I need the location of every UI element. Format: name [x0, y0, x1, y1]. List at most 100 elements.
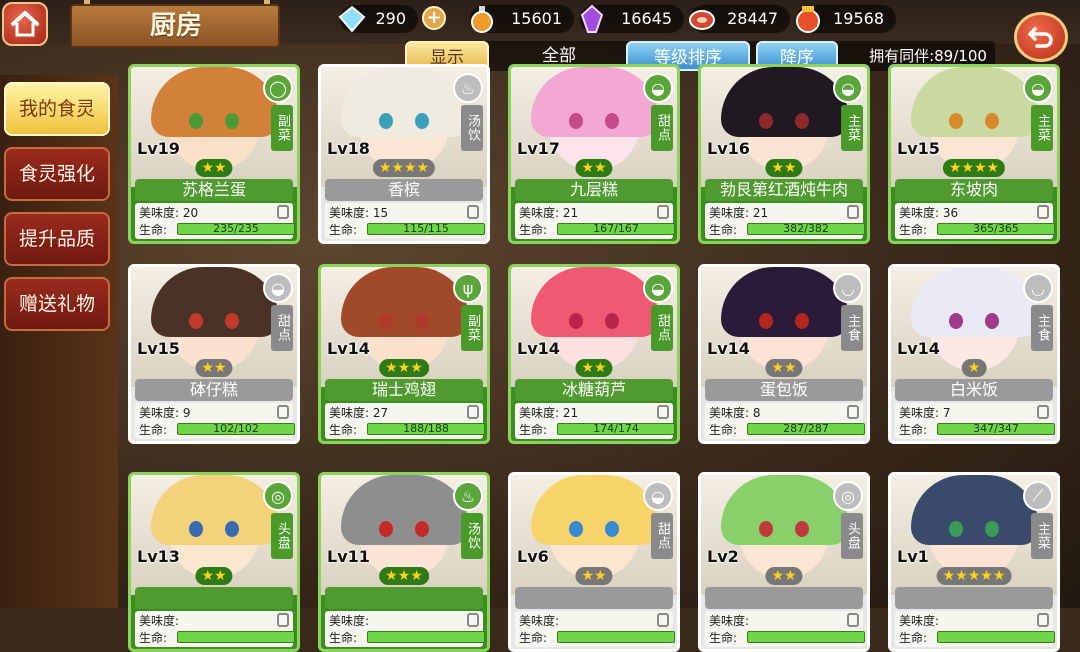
taste-label: 美味度: — [519, 614, 560, 628]
home-icon — [11, 11, 39, 37]
lock-icon[interactable] — [1037, 405, 1049, 419]
meat-icon — [689, 10, 715, 30]
soup-icon: ♨ — [453, 73, 483, 103]
lock-icon[interactable] — [467, 205, 479, 219]
level-label: Lv16 — [707, 139, 750, 158]
hp-label: 生命: — [139, 223, 168, 237]
dish-type-tag: 主菜 — [841, 105, 863, 151]
lock-icon[interactable] — [1037, 205, 1049, 219]
dish-type-tag: 汤饮 — [461, 513, 483, 559]
food-spirit-card[interactable]: ♨ 汤饮 Lv11 ★★★ 美味度: 生命: — [318, 472, 490, 652]
stats-panel: 美味度: 21 生命: 167/167 — [515, 203, 675, 239]
star-rating: ★★ — [575, 159, 613, 177]
diamond-icon — [338, 5, 366, 33]
home-button[interactable] — [2, 2, 48, 46]
dish-type-tag: 主食 — [841, 305, 863, 351]
star-rating: ★★ — [195, 159, 233, 177]
side-menu-enhance[interactable]: 食灵强化 — [4, 147, 110, 201]
dish-type-tag: 主菜 — [1031, 105, 1053, 151]
hp-bar — [367, 631, 485, 643]
spirit-name — [515, 587, 673, 609]
lock-icon[interactable] — [657, 613, 669, 627]
food-spirit-card[interactable]: ◒ 甜点 Lv17 ★★ 九层糕 美味度: 21 生命: 167/167 — [508, 64, 680, 244]
taste-stat: 美味度: — [899, 612, 939, 629]
add-gems-button[interactable]: + — [422, 6, 446, 30]
side-menu-upgrade-quality[interactable]: 提升品质 — [4, 212, 110, 266]
lock-icon[interactable] — [467, 613, 479, 627]
stats-panel: 美味度: 生命: — [705, 611, 865, 647]
star-rating: ★★ — [765, 567, 803, 585]
stats-panel: 美味度: 21 生命: 382/382 — [705, 203, 865, 239]
lock-icon[interactable] — [277, 613, 289, 627]
character-eye-right — [605, 113, 619, 129]
food-spirit-card[interactable]: ⟋ 主菜 Lv1 ★★★★★ 美味度: 生命: — [888, 472, 1060, 652]
taste-label: 美味度: — [899, 206, 940, 220]
character-eye-left — [379, 113, 393, 129]
star-rating: ★★ — [195, 359, 233, 377]
food-spirit-card[interactable]: ψ 副菜 Lv14 ★★★ 瑞士鸡翅 美味度: 27 生命: 188/188 — [318, 264, 490, 444]
character-eye-right — [415, 313, 429, 329]
level-label: Lv15 — [137, 339, 180, 358]
level-label: Lv11 — [327, 547, 370, 566]
dish-type-tag: 副菜 — [461, 305, 483, 351]
hp-bar: 347/347 — [937, 422, 1055, 435]
food-spirit-card[interactable]: ◎ 头盘 Lv2 ★★ 美味度: 生命: — [698, 472, 870, 652]
lock-icon[interactable] — [847, 405, 859, 419]
level-label: Lv14 — [897, 339, 940, 358]
plate-icon: ◯ — [263, 73, 293, 103]
character-eye-right — [985, 521, 999, 537]
food-spirit-card[interactable]: ◡ 主食 Lv14 ★★ 蛋包饭 美味度: 8 生命: 287/287 — [698, 264, 870, 444]
taste-value: 15 — [372, 206, 389, 220]
star-rating: ★★★★★ — [936, 567, 1012, 585]
hp-label: 生命: — [899, 423, 928, 437]
lock-icon[interactable] — [467, 405, 479, 419]
food-spirit-card[interactable]: ◒ 甜点 Lv14 ★★ 冰糖葫芦 美味度: 21 生命: 174/174 — [508, 264, 680, 444]
star-rating: ★★ — [765, 159, 803, 177]
character-hair — [531, 67, 659, 137]
lock-icon[interactable] — [277, 205, 289, 219]
lock-icon[interactable] — [657, 405, 669, 419]
lock-icon[interactable] — [847, 205, 859, 219]
food-spirit-card[interactable]: ♨ 汤饮 Lv18 ★★★★ 香槟 美味度: 15 生命: 115/115 — [318, 64, 490, 244]
hp-bar — [747, 631, 865, 643]
taste-value: 27 — [372, 406, 389, 420]
taste-value: 20 — [182, 206, 199, 220]
lock-icon[interactable] — [277, 405, 289, 419]
lock-icon[interactable] — [1037, 613, 1049, 627]
cake-icon: ◒ — [643, 273, 673, 303]
back-button[interactable] — [1014, 12, 1068, 62]
level-label: Lv14 — [517, 339, 560, 358]
hp-label: 生命: — [139, 423, 168, 437]
food-spirit-card[interactable]: ◡ 主食 Lv14 ★ 白米饭 美味度: 7 生命: 347/347 — [888, 264, 1060, 444]
meat-counter: 28447 — [689, 5, 790, 33]
lock-icon[interactable] — [847, 613, 859, 627]
side-menu-my-spirits[interactable]: 我的食灵 — [4, 82, 110, 136]
food-spirit-card[interactable]: ◒ 主菜 Lv16 ★★ 勃艮第红酒炖牛肉 美味度: 21 生命: 382/38… — [698, 64, 870, 244]
character-hair — [341, 475, 469, 545]
meat-value: 28447 — [727, 9, 778, 28]
hp-label: 生命: — [329, 631, 358, 645]
hp-label: 生命: — [519, 423, 548, 437]
character-eye-right — [795, 521, 809, 537]
hp-bar — [177, 631, 295, 643]
gems-value: 290 — [375, 9, 406, 28]
lock-icon[interactable] — [657, 205, 669, 219]
taste-value: 21 — [562, 406, 579, 420]
stats-panel: 美味度: 8 生命: 287/287 — [705, 403, 865, 439]
character-hair — [911, 67, 1039, 137]
stats-panel: 美味度: 9 生命: 102/102 — [135, 403, 295, 439]
food-spirit-card[interactable]: ◒ 甜点 Lv6 ★★ 美味度: 生命: — [508, 472, 680, 652]
spirit-name — [135, 587, 293, 609]
food-spirit-card[interactable]: ◒ 主菜 Lv15 ★★★★ 东坡肉 美味度: 36 生命: 365/365 — [888, 64, 1060, 244]
taste-label: 美味度: — [709, 406, 750, 420]
taste-value: 7 — [942, 406, 951, 420]
hp-value: 174/174 — [593, 422, 639, 435]
side-menu-send-gift[interactable]: 赠送礼物 — [4, 277, 110, 331]
taste-stat: 美味度: 36 — [899, 204, 958, 221]
food-spirit-card[interactable]: ◎ 头盘 Lv13 ★★ 美味度: 生命: — [128, 472, 300, 652]
spirit-name: 白米饭 — [895, 379, 1053, 401]
meat-icon: ◒ — [833, 73, 863, 103]
star-rating: ★★★ — [379, 359, 429, 377]
food-spirit-card[interactable]: ◒ 甜点 Lv15 ★★ 砵仔糕 美味度: 9 生命: 102/102 — [128, 264, 300, 444]
food-spirit-card[interactable]: ◯ 副菜 Lv19 ★★ 苏格兰蛋 美味度: 20 生命: 235/235 — [128, 64, 300, 244]
